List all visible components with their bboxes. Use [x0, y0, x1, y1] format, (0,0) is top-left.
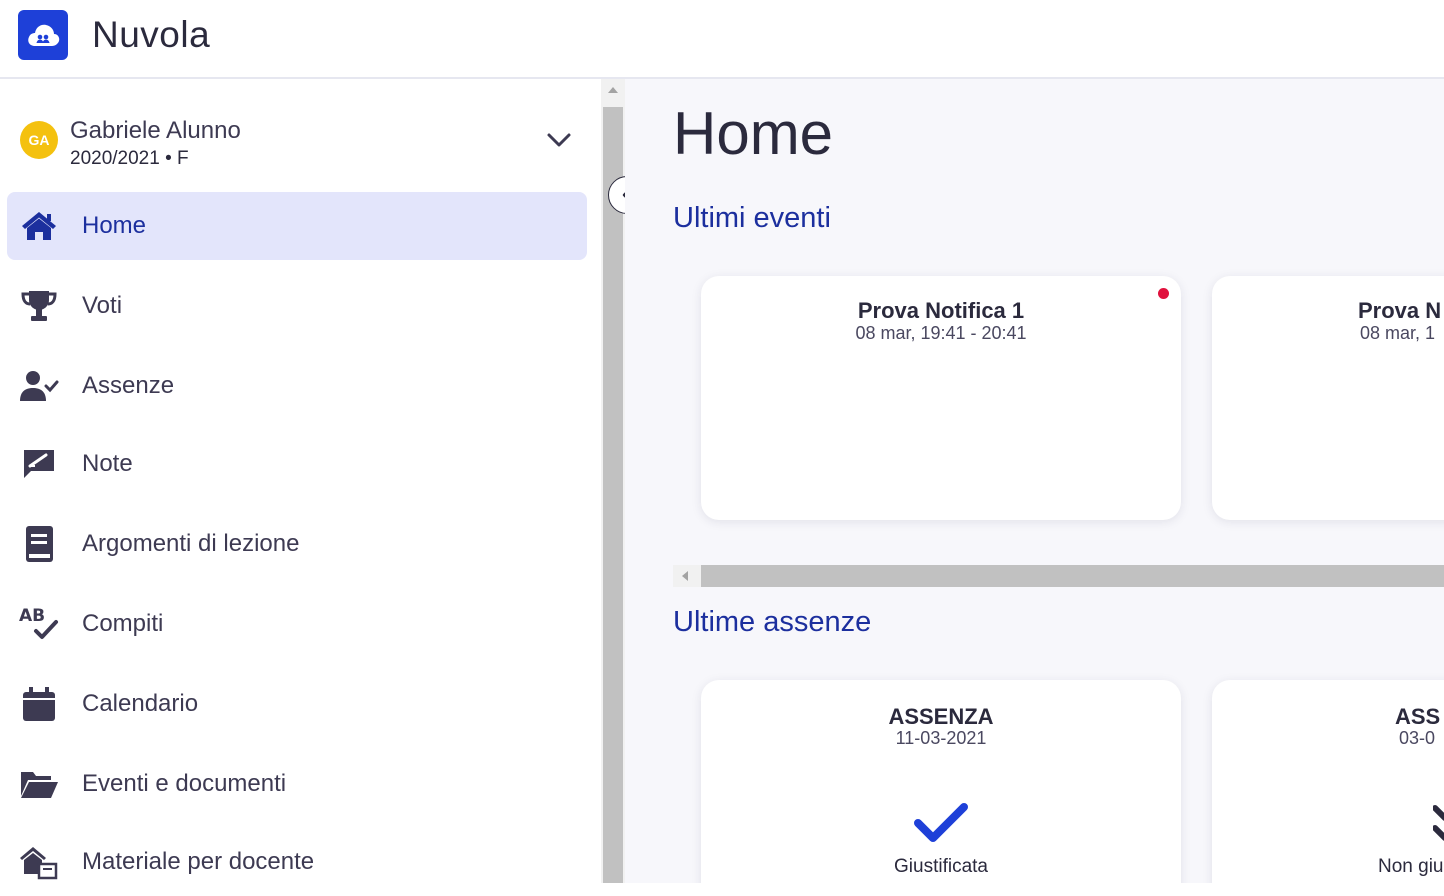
absence-date: 11-03-2021	[895, 728, 987, 748]
folder-open-icon	[19, 764, 59, 804]
sidebar-item-home[interactable]: Home	[7, 192, 587, 260]
absence-status: Giustificata	[894, 856, 988, 877]
event-card[interactable]: Prova N 08 mar, 1	[1212, 276, 1444, 520]
absences-heading: Ultime assenze	[673, 606, 872, 638]
signature-note-icon	[19, 444, 59, 484]
scroll-up-arrow-icon[interactable]	[608, 87, 618, 93]
sidebar-item-materiale[interactable]: Materiale per docente	[7, 828, 587, 896]
sidebar-item-argomenti[interactable]: Argomenti di lezione	[7, 510, 587, 578]
user-subtitle: 2020/2021 • F	[70, 148, 189, 169]
event-title: Prova N	[1358, 298, 1442, 323]
sidebar-item-note[interactable]: Note	[7, 430, 587, 498]
absence-status: Non giu	[1378, 856, 1444, 877]
cross-icon	[1433, 805, 1444, 841]
sidebar-item-label: Compiti	[82, 610, 164, 637]
cloud-logo-icon[interactable]	[18, 10, 68, 60]
sidebar-item-label: Assenze	[82, 372, 175, 399]
absence-type: ASSENZA	[888, 704, 994, 729]
main-content: Home Ultimi eventi Prova Notifica 1 08 m…	[625, 79, 1444, 883]
home-share-icon	[19, 842, 59, 882]
sidebar: GA Gabriele Alunno 2020/2021 • F Home Vo…	[0, 79, 600, 883]
home-icon	[19, 206, 59, 246]
check-icon	[914, 803, 968, 842]
events-heading: Ultimi eventi	[673, 202, 831, 234]
scrollbar-thumb[interactable]	[603, 107, 623, 883]
user-switcher[interactable]: GA Gabriele Alunno 2020/2021 • F	[0, 109, 600, 175]
absence-type: ASS	[1395, 704, 1441, 729]
event-time: 08 mar, 19:41 - 20:41	[855, 323, 1027, 343]
sidebar-item-label: Voti	[82, 292, 123, 319]
svg-text:AB: AB	[19, 606, 45, 626]
absence-date: 03-0	[1399, 728, 1436, 748]
calendar-icon	[19, 684, 59, 724]
event-time: 08 mar, 1	[1360, 323, 1436, 343]
absence-card[interactable]: ASSENZA 11-03-2021 Giustificata	[701, 680, 1181, 883]
sidebar-item-eventi[interactable]: Eventi e documenti	[7, 750, 587, 818]
page-title: Home	[673, 100, 834, 167]
sidebar-item-calendario[interactable]: Calendario	[7, 670, 587, 738]
chevron-down-icon[interactable]	[546, 129, 572, 151]
sidebar-item-label: Materiale per docente	[82, 848, 315, 875]
sidebar-item-label: Argomenti di lezione	[82, 530, 300, 557]
unread-dot-icon	[1158, 288, 1169, 299]
app-title: Nuvola	[92, 14, 211, 55]
top-bar: Nuvola	[0, 0, 1444, 79]
sidebar-item-label: Home	[82, 212, 147, 239]
sidebar-item-voti[interactable]: Voti	[7, 272, 587, 340]
user-name: Gabriele Alunno	[70, 117, 241, 144]
user-check-icon	[19, 366, 59, 406]
sidebar-item-label: Note	[82, 450, 133, 477]
sidebar-item-assenze[interactable]: Assenze	[7, 352, 587, 420]
spellcheck-icon: AB	[19, 604, 59, 644]
sidebar-item-label: Eventi e documenti	[82, 770, 287, 797]
absence-card[interactable]: ASS 03-0 Non giu	[1212, 680, 1444, 883]
events-scrollbar[interactable]	[673, 565, 1444, 587]
sidebar-item-compiti[interactable]: AB Compiti	[7, 590, 587, 658]
book-icon	[19, 524, 59, 564]
event-title: Prova Notifica 1	[857, 298, 1025, 323]
scrollbar-thumb[interactable]	[701, 565, 1444, 587]
sidebar-item-label: Calendario	[82, 690, 199, 717]
trophy-icon	[19, 286, 59, 326]
event-card[interactable]: Prova Notifica 1 08 mar, 19:41 - 20:41	[701, 276, 1181, 520]
scroll-left-arrow-icon[interactable]	[682, 571, 688, 581]
avatar: GA	[20, 121, 58, 159]
